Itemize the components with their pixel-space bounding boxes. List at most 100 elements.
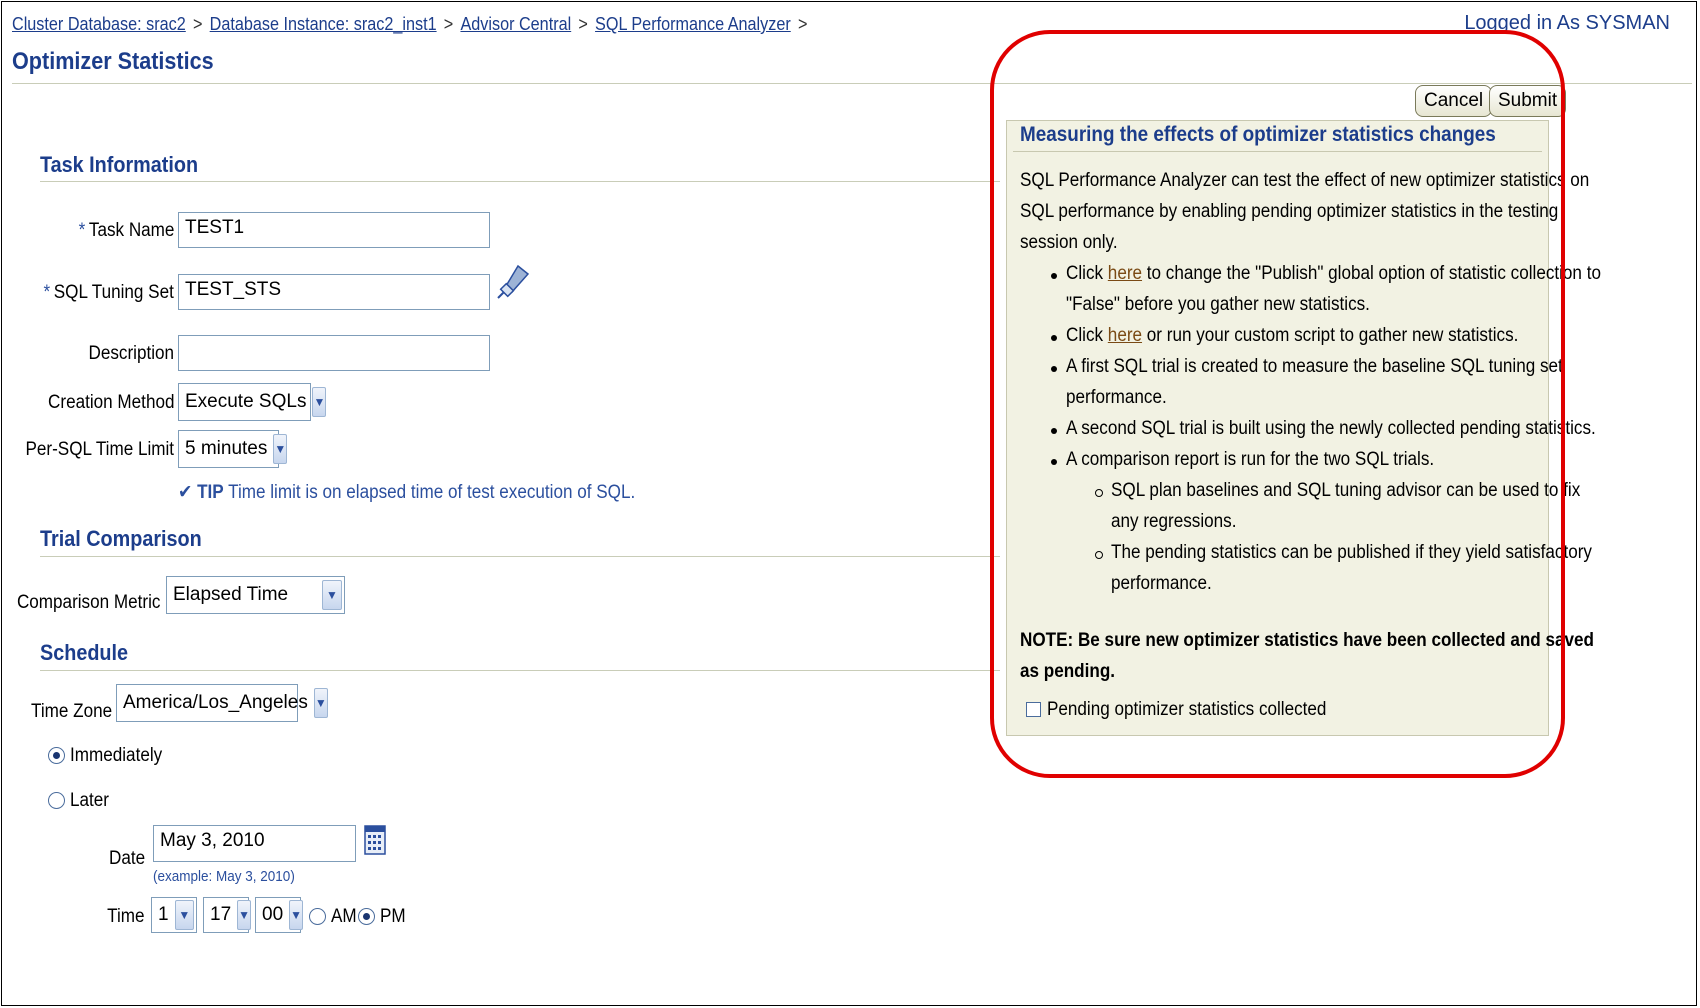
publish-option-here-link[interactable]: here — [1108, 263, 1142, 284]
pending-statistics-checkbox[interactable] — [1026, 702, 1041, 717]
tip-icon: ✔ — [178, 482, 193, 503]
later-option[interactable]: Later — [48, 790, 114, 812]
description-label: Description — [88, 343, 174, 364]
date-example-hint: (example: May 3, 2010) — [153, 868, 295, 885]
creation-method-label: Creation Method — [47, 392, 174, 413]
time-zone-value: America/Los_Angeles — [123, 692, 308, 713]
chevron-down-icon: ▼ — [174, 900, 194, 930]
time-label: Time — [107, 906, 145, 927]
am-label: AM — [331, 906, 357, 927]
bullet-dot — [1051, 459, 1057, 465]
breadcrumb-separator: > — [797, 14, 808, 34]
sql-tuning-set-label-text: SQL Tuning Set — [53, 282, 174, 303]
breadcrumb-sql-performance-analyzer[interactable]: SQL Performance Analyzer — [595, 14, 791, 34]
breadcrumb-separator: > — [443, 14, 454, 34]
sub-bullet-circle — [1095, 551, 1103, 559]
bullet-text: performance. — [1066, 387, 1167, 408]
task-name-input[interactable]: TEST1 — [178, 212, 490, 248]
immediately-radio[interactable] — [48, 747, 65, 765]
cancel-button[interactable]: Cancel — [1415, 85, 1493, 117]
bullet-text: or run your custom script to gather new … — [1146, 325, 1519, 346]
creation-method-select[interactable]: Execute SQLs ▼ — [178, 383, 327, 421]
tip-text: Time limit is on elapsed time of test ex… — [228, 482, 636, 503]
am-radio[interactable] — [309, 908, 326, 926]
pending-statistics-label: Pending optimizer statistics collected — [1047, 699, 1327, 720]
date-label: Date — [108, 848, 145, 869]
sub-bullet-text: performance. — [1111, 573, 1212, 594]
chevron-down-icon: ▼ — [237, 900, 252, 930]
hour-select[interactable]: 1 ▼ — [151, 897, 197, 933]
sub-bullet-text: The pending statistics can be published … — [1111, 542, 1592, 563]
bullet-text: A comparison report is run for the two S… — [1066, 449, 1435, 470]
panel-divider — [1013, 151, 1542, 152]
panel-intro-line: SQL Performance Analyzer can test the ef… — [1020, 170, 1590, 191]
description-input[interactable] — [178, 335, 490, 371]
time-limit-select[interactable]: 5 minutes ▼ — [178, 430, 288, 468]
calendar-icon[interactable] — [364, 824, 386, 862]
title-divider — [12, 83, 1692, 84]
minute-select[interactable]: 17 ▼ — [203, 897, 252, 933]
panel-intro-line: session only. — [1020, 232, 1118, 253]
submit-button[interactable]: Submit — [1489, 85, 1567, 117]
bullet-dot — [1051, 335, 1057, 341]
second-select[interactable]: 00 ▼ — [255, 897, 304, 933]
section-divider — [40, 670, 1000, 671]
chevron-down-icon: ▼ — [273, 434, 288, 464]
pm-label: PM — [380, 906, 406, 927]
flashlight-search-icon[interactable] — [496, 262, 532, 308]
section-task-information: Task Information — [40, 152, 199, 177]
time-zone-select[interactable]: America/Los_Angeles ▼ — [116, 684, 328, 722]
bullet-text: Click — [1066, 263, 1104, 284]
minute-value: 17 — [210, 904, 232, 925]
gather-statistics-here-link[interactable]: here — [1108, 325, 1142, 346]
section-divider — [40, 181, 1000, 182]
time-limit-label: Per-SQL Time Limit — [25, 439, 174, 460]
section-trial-comparison: Trial Comparison — [40, 526, 202, 551]
chevron-down-icon: ▼ — [322, 580, 342, 610]
sub-bullet-text: any regressions. — [1111, 511, 1237, 532]
later-label: Later — [70, 790, 110, 811]
bullet-text: "False" before you gather new statistics… — [1066, 294, 1370, 315]
pm-radio[interactable] — [358, 908, 375, 926]
creation-method-value: Execute SQLs — [185, 391, 307, 412]
chevron-down-icon: ▼ — [313, 688, 328, 718]
date-input[interactable]: May 3, 2010 — [153, 825, 356, 862]
bullet-text: to change the "Publish" global option of… — [1146, 263, 1601, 284]
later-radio[interactable] — [48, 792, 65, 810]
comparison-metric-label: Comparison Metric — [16, 592, 160, 613]
sql-tuning-set-label: * SQL Tuning Set — [44, 282, 174, 304]
bullet-text: Click — [1066, 325, 1104, 346]
required-indicator: * — [43, 282, 51, 303]
comparison-metric-select[interactable]: Elapsed Time ▼ — [166, 576, 345, 614]
required-indicator: * — [78, 220, 85, 241]
pm-option[interactable]: PM — [358, 906, 409, 928]
breadcrumb-separator: > — [578, 14, 588, 34]
bullet-dot — [1051, 273, 1057, 279]
sub-bullet-circle — [1095, 489, 1103, 497]
immediately-label: Immediately — [70, 745, 163, 766]
tip-message: ✔ TIP Time limit is on elapsed time of t… — [178, 481, 635, 504]
am-option[interactable]: AM — [309, 906, 360, 928]
info-panel: Measuring the effects of optimizer stati… — [1006, 120, 1601, 736]
comparison-metric-value: Elapsed Time — [173, 584, 289, 605]
immediately-option[interactable]: Immediately — [48, 745, 173, 767]
task-name-label-text: Task Name — [88, 220, 174, 241]
task-name-label: * Task Name — [78, 220, 174, 242]
breadcrumb: Cluster Database: srac2 > Database Instanc… — [12, 14, 815, 35]
chevron-down-icon: ▼ — [289, 900, 304, 930]
time-limit-value: 5 minutes — [185, 438, 268, 459]
bullet-gather-statistics: Click here or run your custom script to … — [1066, 320, 1518, 351]
section-divider — [40, 556, 1000, 557]
breadcrumb-cluster-database[interactable]: Cluster Database: srac2 — [12, 14, 186, 34]
chevron-down-icon: ▼ — [312, 387, 327, 417]
breadcrumb-advisor-central[interactable]: Advisor Central — [460, 14, 571, 34]
section-schedule: Schedule — [40, 640, 129, 665]
panel-intro-line: SQL performance by enabling pending opti… — [1020, 201, 1559, 222]
panel-note: NOTE: Be sure new optimizer statistics h… — [1020, 630, 1594, 651]
bullet-dot — [1051, 366, 1057, 372]
page-title: Optimizer Statistics — [12, 48, 214, 75]
sql-tuning-set-input[interactable]: TEST_STS — [178, 274, 490, 310]
panel-title: Measuring the effects of optimizer stati… — [1020, 123, 1496, 146]
breadcrumb-database-instance[interactable]: Database Instance: srac2_inst1 — [210, 14, 437, 34]
bullet-dot — [1051, 428, 1057, 434]
